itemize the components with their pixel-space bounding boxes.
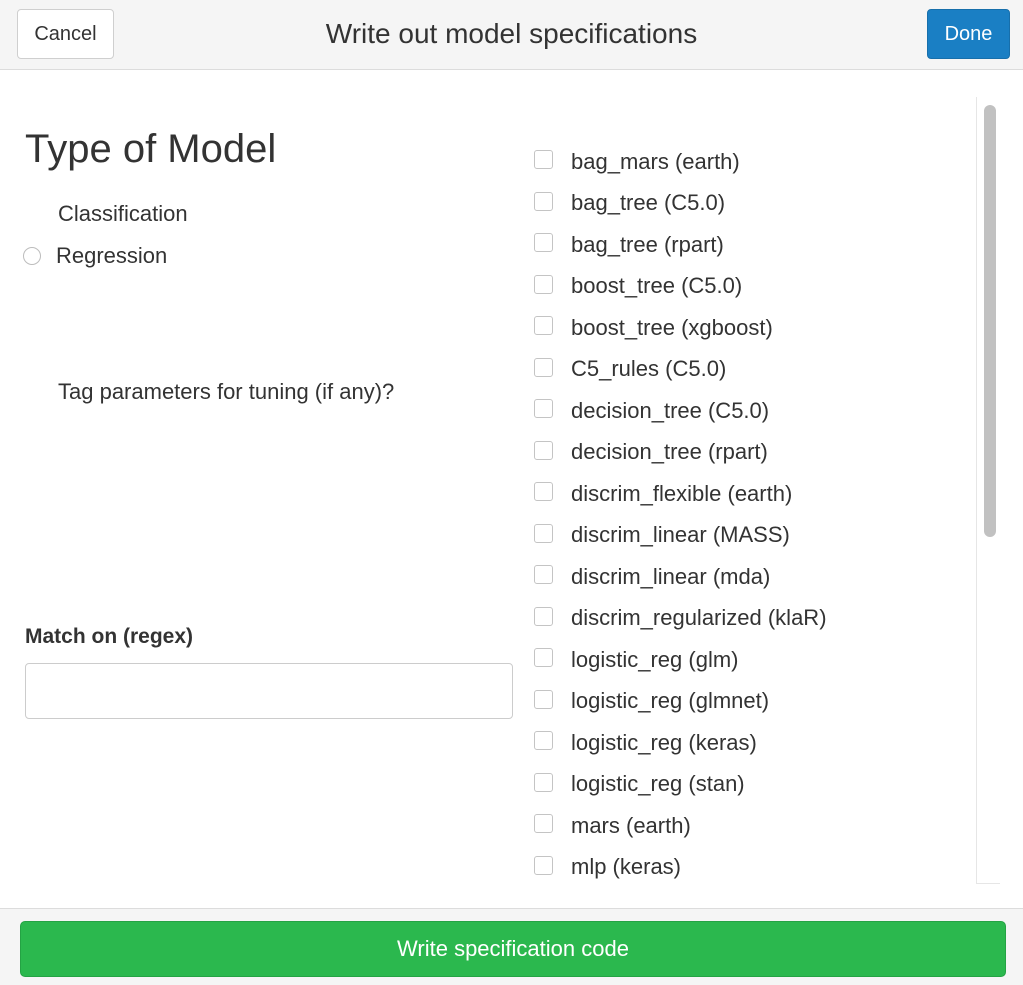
model-label: boost_tree (C5.0): [571, 273, 743, 299]
checkbox-icon[interactable]: [534, 316, 553, 336]
radio-selected-indicator: [25, 205, 43, 223]
radio-label-classification: Classification: [58, 201, 188, 226]
model-checkbox-item[interactable]: discrim_linear (mda): [534, 556, 964, 598]
checkbox-icon[interactable]: [534, 440, 553, 460]
model-checkbox-list: bag_mars (earth) bag_tree (C5.0) bag_tree …: [534, 141, 964, 888]
page-title: Write out model specifications: [325, 18, 698, 49]
cancel-button[interactable]: Cancel: [17, 9, 114, 59]
model-label: decision_tree (rpart): [571, 439, 768, 465]
model-label: discrim_linear (mda): [571, 563, 771, 589]
scrollbar-track[interactable]: [976, 97, 1000, 883]
model-label: logistic_reg (glm): [571, 646, 739, 672]
radio-option-regression[interactable]: Regression: [23, 241, 167, 271]
match-regex-label: Match on (regex): [25, 625, 194, 648]
model-checkbox-item[interactable]: decision_tree (rpart): [534, 432, 964, 474]
radio-option-classification[interactable]: Classification: [25, 199, 188, 229]
model-label: bag_tree (rpart): [571, 231, 724, 257]
model-label: mars (earth): [571, 812, 691, 838]
model-label: discrim_flexible (earth): [571, 480, 793, 506]
model-checkbox-item[interactable]: bag_mars (earth): [534, 141, 964, 183]
checkbox-icon[interactable]: [534, 731, 553, 751]
model-checkbox-item[interactable]: bag_tree (C5.0): [534, 183, 964, 225]
model-label: discrim_regularized (klaR): [571, 605, 827, 631]
model-checkbox-item[interactable]: mars (earth): [534, 805, 964, 847]
checkbox-icon[interactable]: [534, 191, 553, 211]
model-label: mlp (keras): [571, 854, 682, 880]
checkbox-icon[interactable]: [534, 814, 553, 834]
scrollbar-divider: [976, 883, 1000, 884]
model-label: logistic_reg (stan): [571, 771, 745, 797]
radio-circle-icon[interactable]: [23, 247, 41, 265]
model-checkbox-item[interactable]: bag_tree (rpart): [534, 224, 964, 266]
tag-parameters-label: Tag parameters for tuning (if any)?: [58, 379, 395, 404]
model-checkbox-item[interactable]: logistic_reg (stan): [534, 764, 964, 806]
model-checkbox-item[interactable]: logistic_reg (keras): [534, 722, 964, 764]
model-checkbox-item[interactable]: C5_rules (C5.0): [534, 349, 964, 391]
checkbox-icon[interactable]: [534, 772, 553, 792]
checkbox-icon[interactable]: [534, 523, 553, 543]
checkbox-icon[interactable]: [534, 855, 553, 875]
model-checkbox-item[interactable]: decision_tree (C5.0): [534, 390, 964, 432]
model-checkbox-item[interactable]: boost_tree (xgboost): [534, 307, 964, 349]
section-title: Type of Model: [25, 127, 277, 171]
model-label: decision_tree (C5.0): [571, 397, 770, 423]
model-label: boost_tree (xgboost): [571, 314, 773, 340]
model-label: C5_rules (C5.0): [571, 356, 727, 382]
match-regex-input[interactable]: [25, 663, 513, 719]
model-label: logistic_reg (keras): [571, 729, 757, 755]
model-label: logistic_reg (glmnet): [571, 688, 770, 714]
checkbox-icon[interactable]: [534, 233, 553, 253]
checkbox-icon[interactable]: [534, 399, 553, 419]
radio-label-regression: Regression: [56, 243, 168, 268]
checkbox-icon[interactable]: [534, 274, 553, 294]
model-checkbox-item[interactable]: discrim_regularized (klaR): [534, 598, 964, 640]
checkbox-icon[interactable]: [534, 606, 553, 626]
model-label: bag_tree (C5.0): [571, 190, 726, 216]
model-checkbox-item[interactable]: logistic_reg (glm): [534, 639, 964, 681]
footer-bar: Write specification code: [0, 908, 1023, 985]
checkbox-icon[interactable]: [534, 150, 553, 170]
write-specification-button[interactable]: Write specification code: [20, 921, 1006, 977]
model-label: bag_mars (earth): [571, 148, 740, 174]
model-checkbox-item[interactable]: boost_tree (C5.0): [534, 266, 964, 308]
checkbox-icon[interactable]: [534, 689, 553, 709]
main-content: Type of Model Classification Regression …: [0, 71, 1023, 908]
model-label: discrim_linear (MASS): [571, 522, 790, 548]
checkbox-icon[interactable]: [534, 482, 553, 502]
done-button[interactable]: Done: [927, 9, 1010, 59]
model-checkbox-item[interactable]: discrim_linear (MASS): [534, 515, 964, 557]
checkbox-icon[interactable]: [534, 648, 553, 668]
header-bar: Cancel Write out model specifications Do…: [0, 0, 1023, 70]
model-checkbox-item[interactable]: logistic_reg (glmnet): [534, 681, 964, 723]
checkbox-icon[interactable]: [534, 357, 553, 377]
scrollbar-thumb[interactable]: [984, 105, 996, 537]
model-checkbox-item[interactable]: mlp (keras): [534, 847, 964, 889]
model-checkbox-item[interactable]: discrim_flexible (earth): [534, 473, 964, 515]
checkbox-icon[interactable]: [534, 565, 553, 585]
